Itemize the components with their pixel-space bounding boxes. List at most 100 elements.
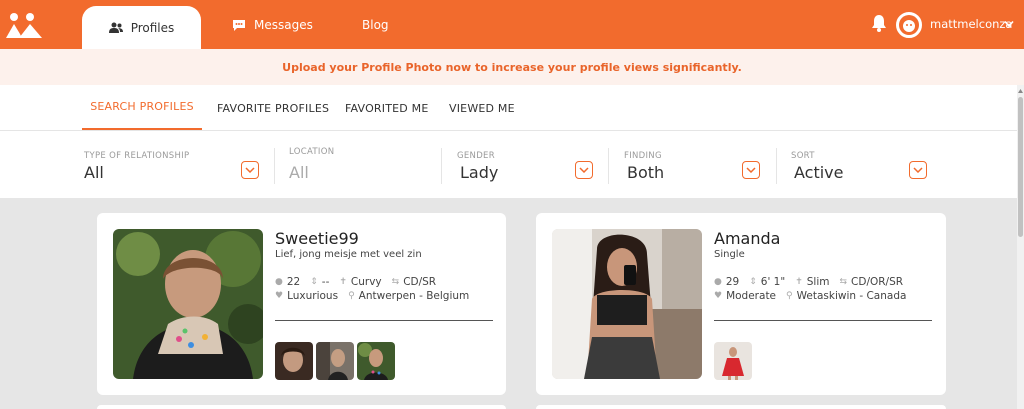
filter-divider — [608, 148, 609, 184]
filter-value: Active — [794, 163, 844, 182]
tab-messages[interactable]: Messages — [232, 0, 313, 49]
chat-icon — [233, 19, 245, 31]
height-stat: ⇕ -- — [310, 276, 329, 288]
profile-name[interactable]: Sweetie99 — [275, 229, 359, 248]
body-value: Slim — [806, 276, 830, 288]
profile-card-partial[interactable] — [536, 405, 946, 409]
filter-label: SORT — [791, 151, 815, 161]
chevron-down-icon — [245, 167, 255, 173]
tab-blog[interactable]: Blog — [362, 0, 389, 49]
dropdown-toggle[interactable] — [241, 161, 259, 179]
profile-tagline: Single — [714, 249, 745, 260]
body-value: Curvy — [350, 276, 382, 288]
username-label[interactable]: mattmelconza — [930, 17, 1012, 31]
seeking-stat: ⇆ CD/SR — [392, 276, 436, 288]
location-pin-icon: ⚲ — [348, 291, 355, 301]
age-stat: ● 22 — [275, 276, 300, 288]
card-divider — [275, 320, 493, 321]
body-stat: ✝ Curvy — [339, 276, 381, 288]
profile-stats: ● 22 ⇕ -- ✝ Curvy ⇆ CD/SR ♥ Luxurious ⚲ Antwer… — [275, 275, 479, 303]
filter-location[interactable]: LOCATION All — [289, 131, 429, 198]
avatar-face-icon — [899, 15, 919, 35]
page-scrollbar[interactable] — [1017, 85, 1024, 409]
location-stat: ⚲ Wetaskiwin - Canada — [786, 290, 906, 302]
gallery-thumbnail[interactable] — [357, 342, 395, 380]
profile-photo[interactable] — [113, 229, 263, 379]
lifestyle-stat: ♥ Luxurious — [275, 290, 338, 302]
subtab-search-profiles[interactable]: SEARCH PROFILES — [82, 85, 202, 130]
filter-gender[interactable]: GENDER Lady — [457, 131, 597, 198]
notice-text[interactable]: Upload your Profile Photo now to increas… — [282, 61, 742, 74]
gallery-thumbnail[interactable] — [275, 342, 313, 380]
person-icon: ● — [275, 277, 283, 287]
lifestyle-value: Moderate — [726, 290, 777, 302]
profile-card[interactable]: Sweetie99 Lief, jong meisje met veel zin… — [97, 213, 506, 395]
location-stat: ⚲ Antwerpen - Belgium — [348, 290, 469, 302]
filter-label: GENDER — [457, 151, 495, 161]
age-value: 29 — [725, 276, 740, 288]
height-stat: ⇕ 6' 1" — [749, 276, 785, 288]
gallery-thumbnail[interactable] — [714, 342, 752, 380]
seeking-icon: ⇆ — [839, 277, 848, 287]
location-value: Wetaskiwin - Canada — [796, 290, 907, 302]
profile-card[interactable]: Amanda Single ● 29 ⇕ 6' 1" ✝ Slim ⇆ CD/OR/SR… — [536, 213, 946, 395]
seeking-stat: ⇆ CD/OR/SR — [839, 276, 903, 288]
users-icon — [108, 22, 123, 33]
tab-blog-label: Blog — [362, 17, 389, 32]
lifestyle-value: Luxurious — [287, 290, 339, 302]
dropdown-toggle[interactable] — [909, 161, 927, 179]
height-value: 6' 1" — [760, 276, 786, 288]
subtab-favorited-me[interactable]: FAVORITED ME — [345, 85, 429, 131]
subtab-favorite-profiles[interactable]: FAVORITE PROFILES — [217, 85, 329, 131]
filter-sort[interactable]: SORT Active — [791, 131, 936, 198]
tab-profiles[interactable]: Profiles — [82, 6, 201, 49]
height-value: -- — [321, 276, 330, 288]
profile-photo[interactable] — [552, 229, 702, 379]
scroll-up-arrow-icon[interactable] — [1017, 88, 1024, 94]
filter-finding[interactable]: FINDING Both — [624, 131, 764, 198]
filter-label: TYPE OF RELATIONSHIP — [84, 151, 190, 161]
top-navbar: Profiles Messages Blog mattmelconza — [0, 0, 1024, 49]
body-stat: ✝ Slim — [795, 276, 829, 288]
heart-icon: ♥ — [714, 291, 723, 301]
person-icon: ● — [714, 277, 722, 287]
tab-profiles-label: Profiles — [130, 20, 175, 35]
filter-value: Both — [627, 163, 665, 182]
filter-value: All — [289, 163, 309, 182]
profile-tagline: Lief, jong meisje met veel zin — [275, 249, 422, 260]
profile-name[interactable]: Amanda — [714, 229, 780, 248]
filter-label: LOCATION — [289, 147, 335, 157]
location-pin-icon: ⚲ — [786, 291, 793, 301]
filter-divider — [274, 148, 275, 184]
upload-photo-notice: Upload your Profile Photo now to increas… — [0, 49, 1024, 85]
filter-value: All — [84, 163, 104, 182]
filter-divider — [776, 148, 777, 184]
height-icon: ⇕ — [749, 277, 757, 287]
seeking-icon: ⇆ — [391, 277, 400, 287]
tab-messages-label: Messages — [254, 17, 313, 32]
chevron-down-icon — [579, 167, 589, 173]
height-icon: ⇕ — [310, 277, 318, 287]
subtab-viewed-me[interactable]: VIEWED ME — [449, 85, 515, 131]
body-icon: ✝ — [795, 277, 803, 287]
dropdown-toggle[interactable] — [575, 161, 593, 179]
heart-icon: ♥ — [275, 291, 284, 301]
age-stat: ● 29 — [714, 276, 739, 288]
chevron-down-icon — [913, 167, 923, 173]
chevron-down-icon[interactable] — [1004, 20, 1014, 28]
profile-card-partial[interactable] — [97, 405, 506, 409]
dropdown-toggle[interactable] — [742, 161, 760, 179]
lifestyle-stat: ♥ Moderate — [714, 290, 776, 302]
profile-stats: ● 29 ⇕ 6' 1" ✝ Slim ⇆ CD/OR/SR ♥ Moderate ⚲ We… — [714, 275, 916, 303]
search-filters: TYPE OF RELATIONSHIP All LOCATION All GE… — [0, 131, 1017, 198]
logo-icon[interactable] — [6, 12, 42, 38]
filter-divider — [441, 148, 442, 184]
bell-icon[interactable] — [871, 14, 887, 32]
seeking-value: CD/SR — [403, 276, 437, 288]
gallery-thumbnail[interactable] — [316, 342, 354, 380]
user-avatar[interactable] — [896, 12, 922, 38]
card-divider — [714, 320, 932, 321]
filter-relationship[interactable]: TYPE OF RELATIONSHIP All — [84, 131, 264, 198]
scrollbar-thumb[interactable] — [1018, 97, 1023, 237]
location-value: Antwerpen - Belgium — [358, 290, 470, 302]
